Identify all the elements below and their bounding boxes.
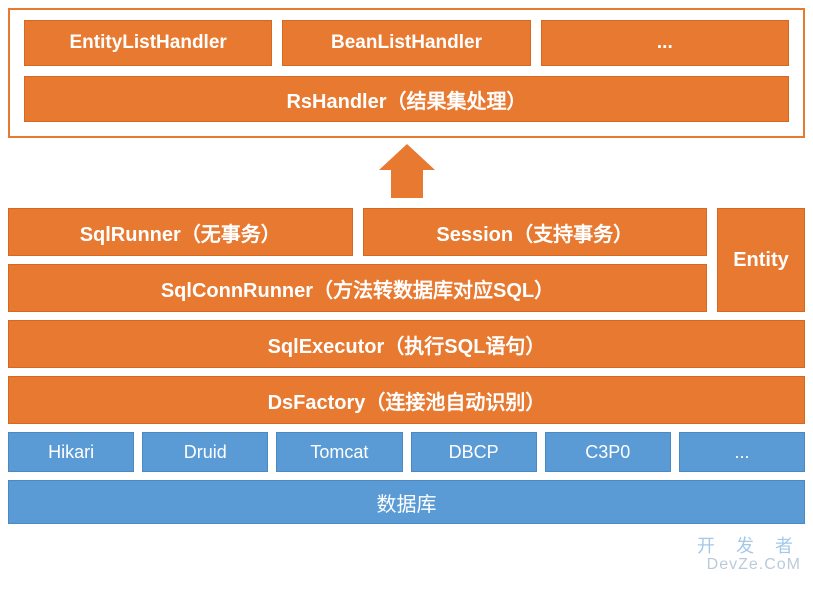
pool-druid-box: Druid <box>142 432 268 472</box>
session-box: Session（支持事务） <box>363 208 708 256</box>
runners-row: SqlRunner（无事务） Session（支持事务） SqlConnRunn… <box>8 208 805 312</box>
entity-box: Entity <box>717 208 805 312</box>
rs-handler-box: RsHandler（结果集处理） <box>24 76 789 122</box>
database-box: 数据库 <box>8 480 805 524</box>
watermark-line2: DevZe.CoM <box>697 556 801 574</box>
handlers-more-box: ... <box>541 20 789 66</box>
pools-row: Hikari Druid Tomcat DBCP C3P0 ... <box>8 432 805 472</box>
handlers-row: EntityListHandler BeanListHandler ... <box>24 20 789 66</box>
arrow-up <box>0 144 813 198</box>
pool-c3p0-box: C3P0 <box>545 432 671 472</box>
watermark-line1: 开 发 者 <box>697 536 801 556</box>
sql-conn-runner-box: SqlConnRunner（方法转数据库对应SQL） <box>8 264 707 312</box>
ds-factory-box: DsFactory（连接池自动识别） <box>8 376 805 424</box>
sql-executor-box: SqlExecutor（执行SQL语句） <box>8 320 805 368</box>
bean-list-handler-box: BeanListHandler <box>282 20 530 66</box>
sql-runner-box: SqlRunner（无事务） <box>8 208 353 256</box>
pool-dbcp-box: DBCP <box>411 432 537 472</box>
handlers-group: EntityListHandler BeanListHandler ... Rs… <box>8 8 805 138</box>
pool-tomcat-box: Tomcat <box>276 432 402 472</box>
pool-more-box: ... <box>679 432 805 472</box>
pool-hikari-box: Hikari <box>8 432 134 472</box>
entity-list-handler-box: EntityListHandler <box>24 20 272 66</box>
watermark: 开 发 者 DevZe.CoM <box>697 537 801 574</box>
